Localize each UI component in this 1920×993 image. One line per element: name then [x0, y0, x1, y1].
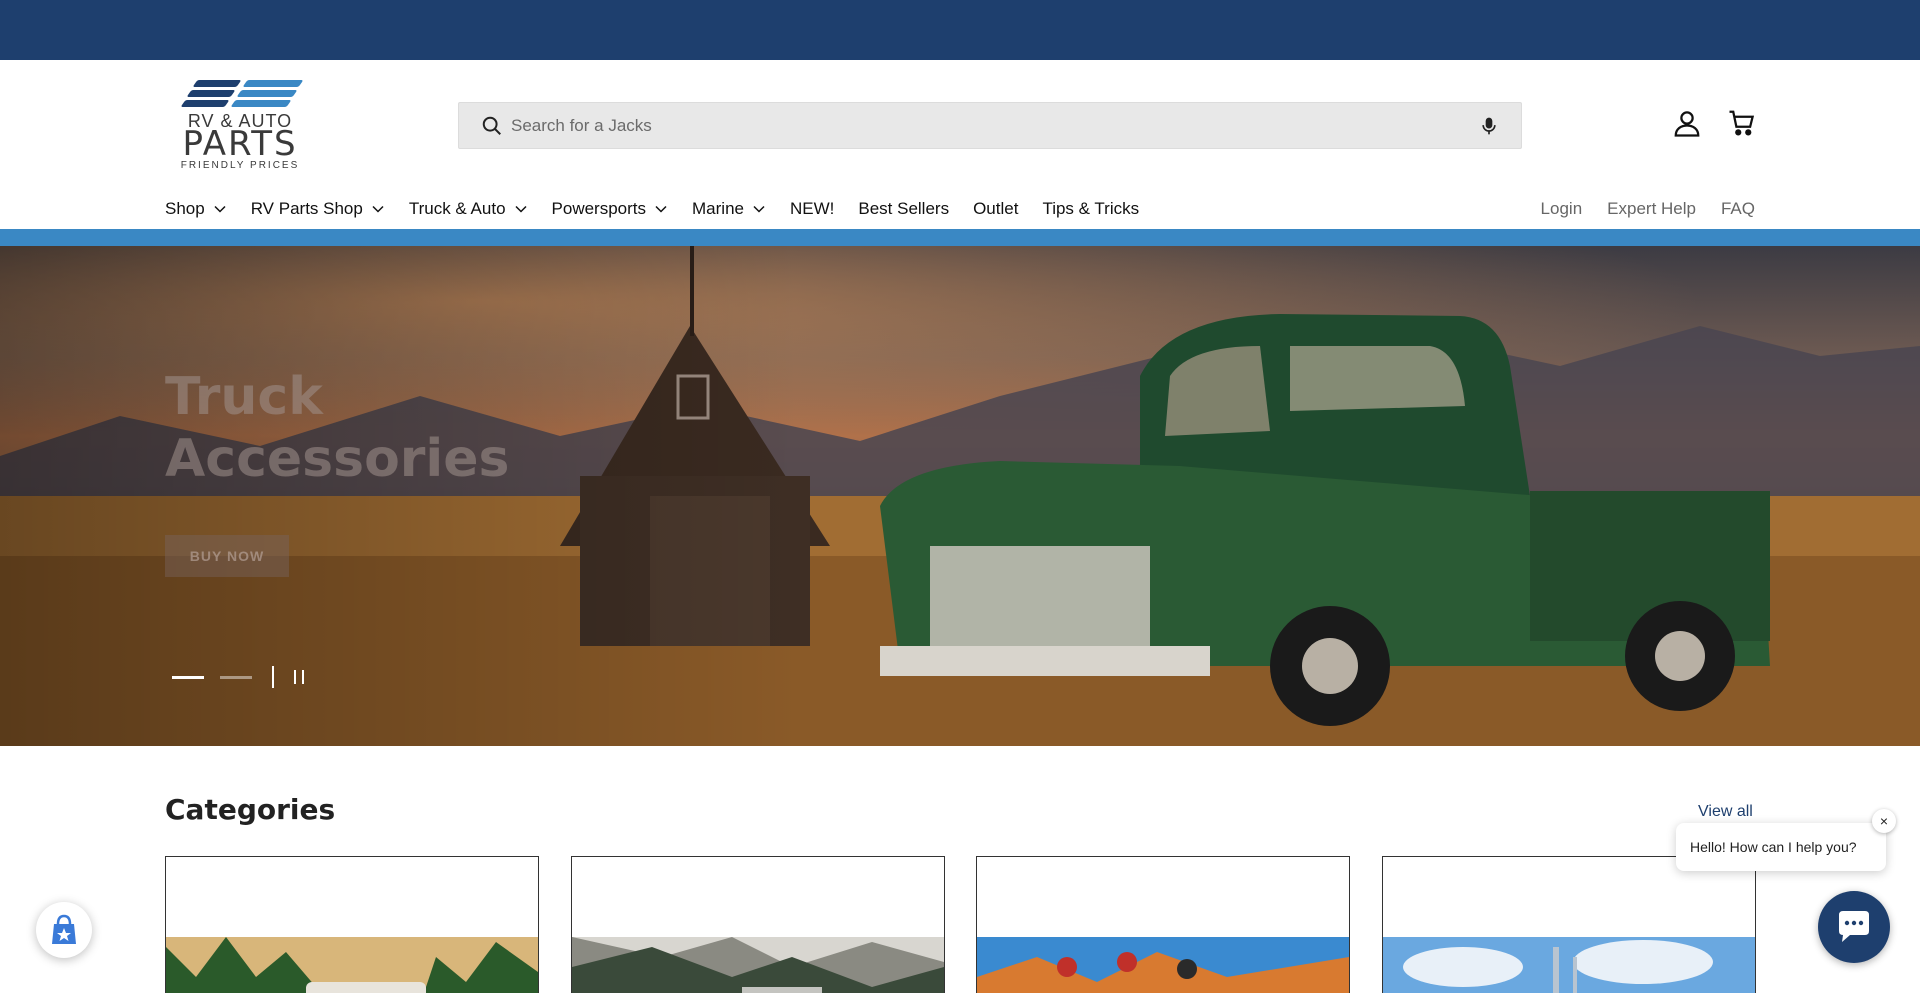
truck-side-window — [1290, 346, 1465, 411]
nav-label: Shop — [165, 199, 205, 218]
category-image-truck — [572, 937, 944, 993]
chevron-down-icon — [372, 205, 384, 213]
search-bar[interactable] — [458, 102, 1522, 149]
nav-label: Outlet — [973, 199, 1019, 218]
login-link[interactable]: Login — [1541, 199, 1583, 219]
categories-heading: Categories — [165, 793, 336, 826]
chat-button[interactable] — [1818, 891, 1890, 963]
site-logo[interactable]: RV & AUTO PARTS FRIENDLY PRICES — [165, 78, 315, 171]
faq-link[interactable]: FAQ — [1721, 199, 1755, 219]
account-icon[interactable] — [1672, 107, 1702, 139]
hero-shade — [0, 246, 800, 746]
shopping-bag-icon — [52, 914, 76, 944]
category-card-marine[interactable] — [1382, 856, 1756, 993]
category-image-powersports — [977, 937, 1349, 993]
accent-strip — [0, 229, 1920, 246]
slide-controls — [172, 666, 304, 688]
announcement-bar — [0, 0, 1920, 60]
category-card-rv[interactable] — [165, 856, 539, 993]
hero-title-line-1: Truck — [165, 367, 323, 427]
chevron-down-icon — [753, 205, 765, 213]
nav-label: Truck & Auto — [408, 199, 506, 218]
nav-item-shop[interactable]: Shop — [165, 199, 227, 219]
chevron-down-icon — [515, 205, 527, 213]
chevron-down-icon — [655, 205, 667, 213]
nav-label: RV Parts Shop — [250, 199, 363, 218]
nav-label: Tips & Tricks — [1042, 199, 1140, 218]
nav-label: Marine — [692, 199, 744, 218]
nav-item-rv-parts-shop[interactable]: RV Parts Shop — [251, 199, 385, 219]
category-card-powersports[interactable] — [976, 856, 1350, 993]
logo-wing-1 — [192, 80, 242, 87]
logo-tagline: FRIENDLY PRICES — [180, 160, 300, 171]
site-header: RV & AUTO PARTS FRIENDLY PRICES Shop RV … — [0, 60, 1920, 218]
search-icon[interactable] — [481, 115, 503, 137]
slide-dot-1[interactable] — [172, 675, 204, 679]
chat-greeting[interactable]: Hello! How can I help you? — [1676, 823, 1886, 871]
nav-label: NEW! — [789, 199, 835, 218]
logo-wing-2 — [242, 80, 304, 87]
logo-wing-4 — [236, 90, 298, 97]
chevron-down-icon — [214, 205, 226, 213]
nav-item-truck-auto[interactable]: Truck & Auto — [409, 199, 528, 219]
expert-help-link[interactable]: Expert Help — [1607, 199, 1696, 219]
slide-controls-divider — [272, 666, 274, 688]
category-card-truck[interactable] — [571, 856, 945, 993]
nav-item-marine[interactable]: Marine — [692, 199, 766, 219]
hero-slideshow[interactable]: Truck Accessories BUY NOW — [0, 246, 1920, 746]
truck-hub-rear — [1655, 631, 1705, 681]
hero-title-line-2: Accessories — [165, 429, 510, 489]
chat-icon — [1839, 911, 1869, 942]
nav-label: Best Sellers — [858, 199, 950, 218]
nav-item-new[interactable]: NEW! — [790, 199, 834, 219]
main-nav: Shop RV Parts Shop Truck & Auto Powerspo… — [165, 194, 1163, 224]
logo-wing-3 — [186, 90, 236, 97]
nav-item-tips-tricks[interactable]: Tips & Tricks — [1042, 199, 1139, 219]
category-image-rv — [166, 937, 538, 993]
view-all-link[interactable]: View all — [1698, 803, 1753, 821]
cart-icon[interactable] — [1727, 108, 1757, 138]
logo-wing-6 — [230, 100, 292, 107]
truck-bumper — [880, 646, 1210, 676]
buy-now-button[interactable]: BUY NOW — [165, 535, 289, 577]
nav-item-best-sellers[interactable]: Best Sellers — [858, 199, 949, 219]
nav-item-powersports[interactable]: Powersports — [552, 199, 668, 219]
shop-app-badge[interactable] — [36, 902, 92, 958]
logo-line-2: PARTS — [182, 124, 298, 164]
utility-nav: Login Expert Help FAQ — [1516, 194, 1755, 224]
nav-label: Powersports — [551, 199, 647, 218]
hero-title: Truck Accessories — [165, 366, 509, 490]
slide-dot-2[interactable] — [220, 675, 252, 679]
nav-item-outlet[interactable]: Outlet — [973, 199, 1018, 219]
microphone-icon[interactable] — [1479, 115, 1499, 137]
close-icon[interactable]: × — [1872, 809, 1896, 833]
truck-hub-front — [1302, 638, 1358, 694]
pause-icon[interactable] — [294, 670, 304, 684]
truck-grille — [930, 546, 1150, 656]
search-input[interactable] — [511, 103, 1451, 148]
logo-wing-5 — [180, 100, 230, 107]
category-image-marine — [1383, 937, 1755, 993]
